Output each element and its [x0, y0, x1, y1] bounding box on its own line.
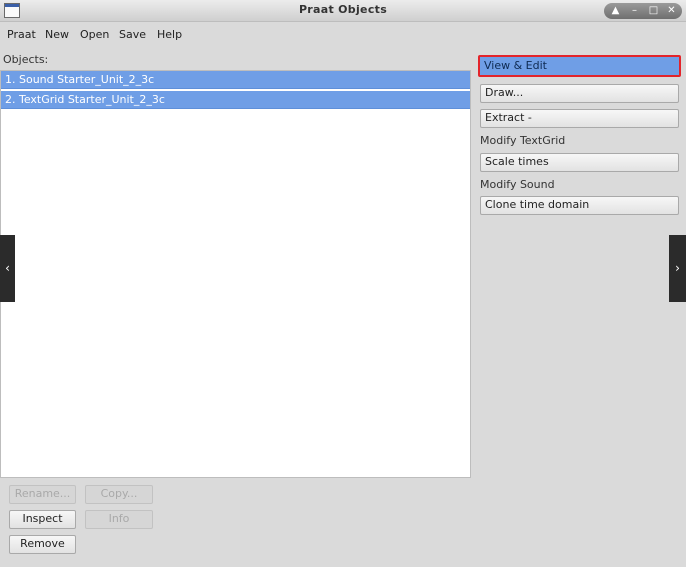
chevron-left-icon: ‹: [5, 261, 10, 275]
copy-button[interactable]: Copy...: [85, 485, 153, 504]
menu-praat[interactable]: Praat: [7, 26, 36, 44]
draw-button[interactable]: Draw...: [480, 84, 679, 103]
close-icon[interactable]: ✕: [662, 3, 681, 19]
rename-button[interactable]: Rename...: [9, 485, 76, 504]
modify-sound-label: Modify Sound: [480, 178, 555, 191]
clone-time-domain-button[interactable]: Clone time domain: [480, 196, 679, 215]
list-item-textgrid[interactable]: 2. TextGrid Starter_Unit_2_3c: [1, 91, 470, 109]
window-title: Praat Objects: [298, 3, 388, 16]
objects-label: Objects:: [3, 53, 49, 66]
maximize-icon[interactable]: □: [644, 3, 663, 19]
objects-list[interactable]: 1. Sound Starter_Unit_2_3c 2. TextGrid S…: [0, 70, 471, 478]
menu-help[interactable]: Help: [157, 26, 182, 44]
menu-save[interactable]: Save: [119, 26, 146, 44]
window-up-icon[interactable]: ▲: [606, 3, 625, 19]
minimize-icon[interactable]: –: [625, 3, 644, 19]
window-controls: ▲ – □ ✕: [604, 3, 682, 19]
menu-new[interactable]: New: [45, 26, 69, 44]
remove-button[interactable]: Remove: [9, 535, 76, 554]
view-edit-button[interactable]: View & Edit: [478, 55, 681, 77]
next-page-button[interactable]: ›: [669, 235, 686, 302]
menu-open[interactable]: Open: [80, 26, 109, 44]
scale-times-button[interactable]: Scale times: [480, 153, 679, 172]
list-item-sound[interactable]: 1. Sound Starter_Unit_2_3c: [1, 71, 470, 89]
modify-textgrid-label: Modify TextGrid: [480, 134, 566, 147]
info-button[interactable]: Info: [85, 510, 153, 529]
extract-button[interactable]: Extract -: [480, 109, 679, 128]
chevron-right-icon: ›: [675, 261, 680, 275]
prev-page-button[interactable]: ‹: [0, 235, 15, 302]
menu-bar: Praat New Open Save Help: [0, 26, 686, 44]
inspect-button[interactable]: Inspect: [9, 510, 76, 529]
